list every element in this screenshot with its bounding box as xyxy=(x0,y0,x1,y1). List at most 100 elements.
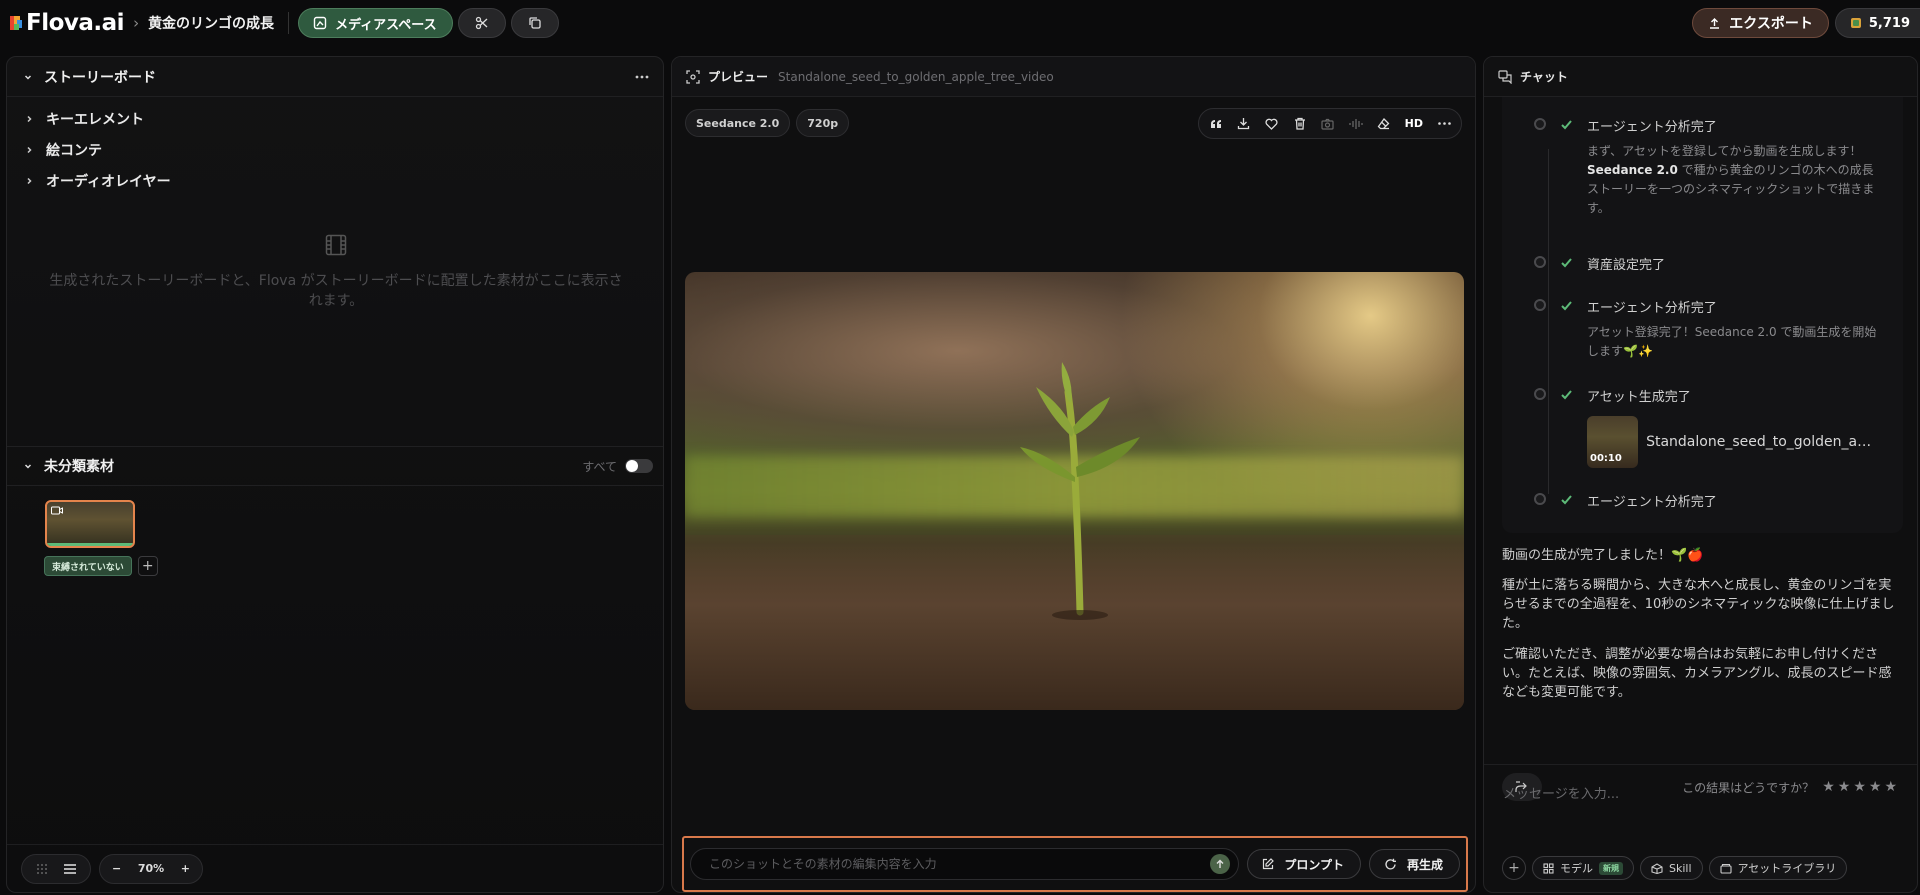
model-chip[interactable]: Seedance 2.0 xyxy=(685,109,791,137)
step-text-line: まず、アセットを登録してから動画を生成します！ xyxy=(1587,144,1862,158)
chat-title: チャット xyxy=(1520,70,1568,84)
check-icon xyxy=(1560,388,1573,401)
regenerate-button[interactable]: 再生成 xyxy=(1368,849,1460,879)
skill-button[interactable]: Skill xyxy=(1640,856,1703,880)
storyboard-header: ストーリーボード xyxy=(7,57,663,97)
tree-item-key-elements[interactable]: キーエレメント xyxy=(7,103,663,134)
preview-header: プレビュー Standalone_seed_to_golden_apple_tr… xyxy=(672,57,1475,97)
check-icon xyxy=(1560,299,1573,312)
coin-icon xyxy=(1850,17,1862,29)
tree-item-label: キーエレメント xyxy=(46,111,144,128)
video-preview[interactable] xyxy=(685,272,1464,710)
export-label: エクスポート xyxy=(1729,16,1813,32)
more-options-icon[interactable] xyxy=(635,75,649,79)
library-icon xyxy=(1719,863,1732,874)
model-chips: Seedance 2.0 720p xyxy=(685,109,850,137)
generated-asset-name: Standalone_seed_to_golden_apple... xyxy=(1646,434,1877,450)
video-camera-icon xyxy=(51,506,63,515)
view-mode-toggle xyxy=(21,853,91,884)
edit-bar: プロンプト 再生成 xyxy=(682,836,1468,892)
model-button[interactable]: モデル 新規 xyxy=(1532,856,1634,880)
eraser-icon[interactable] xyxy=(1377,117,1391,131)
collapse-chevron-icon[interactable] xyxy=(22,71,34,83)
step-label: エージェント分析完了 xyxy=(1587,495,1717,510)
unbound-tag[interactable]: 束縛されていない xyxy=(44,556,132,576)
step-label: エージェント分析完了 xyxy=(1587,120,1717,135)
generated-asset-thumbnail[interactable]: 00:10 xyxy=(1587,416,1639,468)
refresh-icon xyxy=(1384,858,1397,871)
skill-label: Skill xyxy=(1669,861,1692,875)
media-space-button[interactable]: メディアスペース xyxy=(298,8,453,38)
upload-icon xyxy=(1708,17,1721,30)
chat-message: 動画の生成が完了しました！🌱🍎 xyxy=(1502,548,1704,563)
resolution-chip[interactable]: 720p xyxy=(796,109,850,137)
step-item: エージェント分析完了 xyxy=(1534,491,1877,510)
credits-button[interactable]: 5,719 xyxy=(1834,8,1920,38)
show-all-toggle[interactable] xyxy=(625,459,653,473)
chat-header: チャット xyxy=(1484,57,1917,97)
prompt-label: プロンプト xyxy=(1284,857,1344,872)
tree-item-audio-layer[interactable]: オーディオレイヤー xyxy=(7,165,663,196)
chat-panel: チャット エージェント分析完了 まず、アセットを登録してから動画を生成します！ S… xyxy=(1483,56,1918,893)
app-logo-text: Flova.ai xyxy=(26,10,125,36)
list-view-icon[interactable] xyxy=(63,863,77,875)
app-logo[interactable]: Flova.ai xyxy=(10,10,125,36)
edit-icon xyxy=(1262,858,1275,870)
copy-icon xyxy=(528,16,542,30)
chat-message-input[interactable] xyxy=(1503,787,1893,802)
add-attachment-button[interactable]: + xyxy=(1502,856,1526,880)
preview-title: プレビュー xyxy=(708,70,769,84)
project-title[interactable]: 黄金のリンゴの成長 xyxy=(148,13,274,33)
export-button[interactable]: エクスポート xyxy=(1692,8,1829,38)
send-button[interactable] xyxy=(1210,854,1231,874)
asset-library-button[interactable]: アセットライブラリ xyxy=(1708,856,1848,880)
download-icon[interactable] xyxy=(1237,117,1251,131)
heart-icon[interactable] xyxy=(1265,117,1279,131)
generated-asset-row[interactable]: 00:10 Standalone_seed_to_golden_apple... xyxy=(1587,416,1877,468)
audio-wave-icon[interactable] xyxy=(1349,117,1363,131)
regenerate-label: 再生成 xyxy=(1406,857,1443,872)
grid-view-icon[interactable] xyxy=(36,863,48,875)
preview-file-name: Standalone_seed_to_golden_apple_tree_vid… xyxy=(778,69,1054,84)
asset-video-thumbnail[interactable] xyxy=(45,500,135,548)
storyboard-tree: キーエレメント 絵コンテ オーディオレイヤー xyxy=(7,97,663,196)
media-space-label: メディアスペース xyxy=(335,17,437,33)
tree-item-label: オーディオレイヤー xyxy=(46,173,171,190)
add-tag-button[interactable]: + xyxy=(137,556,158,576)
storyboard-footer: − 70% + xyxy=(7,844,663,892)
hd-button[interactable]: HD xyxy=(1405,117,1423,130)
storyboard-panel: ストーリーボード キーエレメント 絵コンテ オーディオレイヤー 生成されたストー… xyxy=(6,56,664,893)
edit-instruction-input[interactable] xyxy=(709,857,1211,871)
preview-toolbar: HD xyxy=(1197,108,1462,139)
quote-icon[interactable] xyxy=(1209,117,1223,131)
camera-icon[interactable] xyxy=(1321,117,1335,131)
collapse-chevron-icon[interactable] xyxy=(22,460,34,472)
unsorted-assets-title: 未分類素材 xyxy=(44,459,114,475)
step-item: 資産設定完了 xyxy=(1534,254,1877,273)
step-label: アセット生成完了 xyxy=(1587,390,1691,405)
asset-library-label: アセットライブラリ xyxy=(1737,862,1837,875)
trash-icon[interactable] xyxy=(1293,117,1307,131)
cut-button[interactable] xyxy=(457,8,506,38)
step-dot xyxy=(1534,118,1546,130)
media-icon xyxy=(313,16,327,30)
agent-steps-card: エージェント分析完了 まず、アセットを登録してから動画を生成します！ Seedan… xyxy=(1502,97,1903,533)
chat-composer: + モデル 新規 Skill アセットライブラリ xyxy=(1484,764,1917,892)
more-options-icon[interactable] xyxy=(1437,117,1451,131)
tree-item-storyboard[interactable]: 絵コンテ xyxy=(7,134,663,165)
chat-message: 種が土に落ちる瞬間から、大きな木へと成長し、黄金のリンゴを実らせるまでの全過程を… xyxy=(1502,578,1895,631)
composer-toolbar: + モデル 新規 Skill アセットライブラリ xyxy=(1502,856,1848,880)
asset-duration: 00:10 xyxy=(1590,453,1622,464)
prompt-button[interactable]: プロンプト xyxy=(1247,849,1361,879)
step-dot xyxy=(1534,299,1546,311)
zoom-out-button[interactable]: − xyxy=(112,862,121,875)
skill-box-icon xyxy=(1651,862,1663,874)
zoom-in-button[interactable]: + xyxy=(181,862,190,875)
duplicate-button[interactable] xyxy=(510,8,559,38)
top-bar: Flova.ai › 黄金のリンゴの成長 メディアスペース エクスポート 5,7 xyxy=(0,0,1920,46)
arrow-up-icon xyxy=(1215,859,1225,869)
step-label: エージェント分析完了 xyxy=(1587,301,1717,316)
preview-panel: プレビュー Standalone_seed_to_golden_apple_tr… xyxy=(671,56,1476,893)
asset-tag-row: 束縛されていない + xyxy=(44,556,158,576)
step-text: まず、アセットを登録してから動画を生成します！ Seedance 2.0 で種から… xyxy=(1587,142,1877,218)
